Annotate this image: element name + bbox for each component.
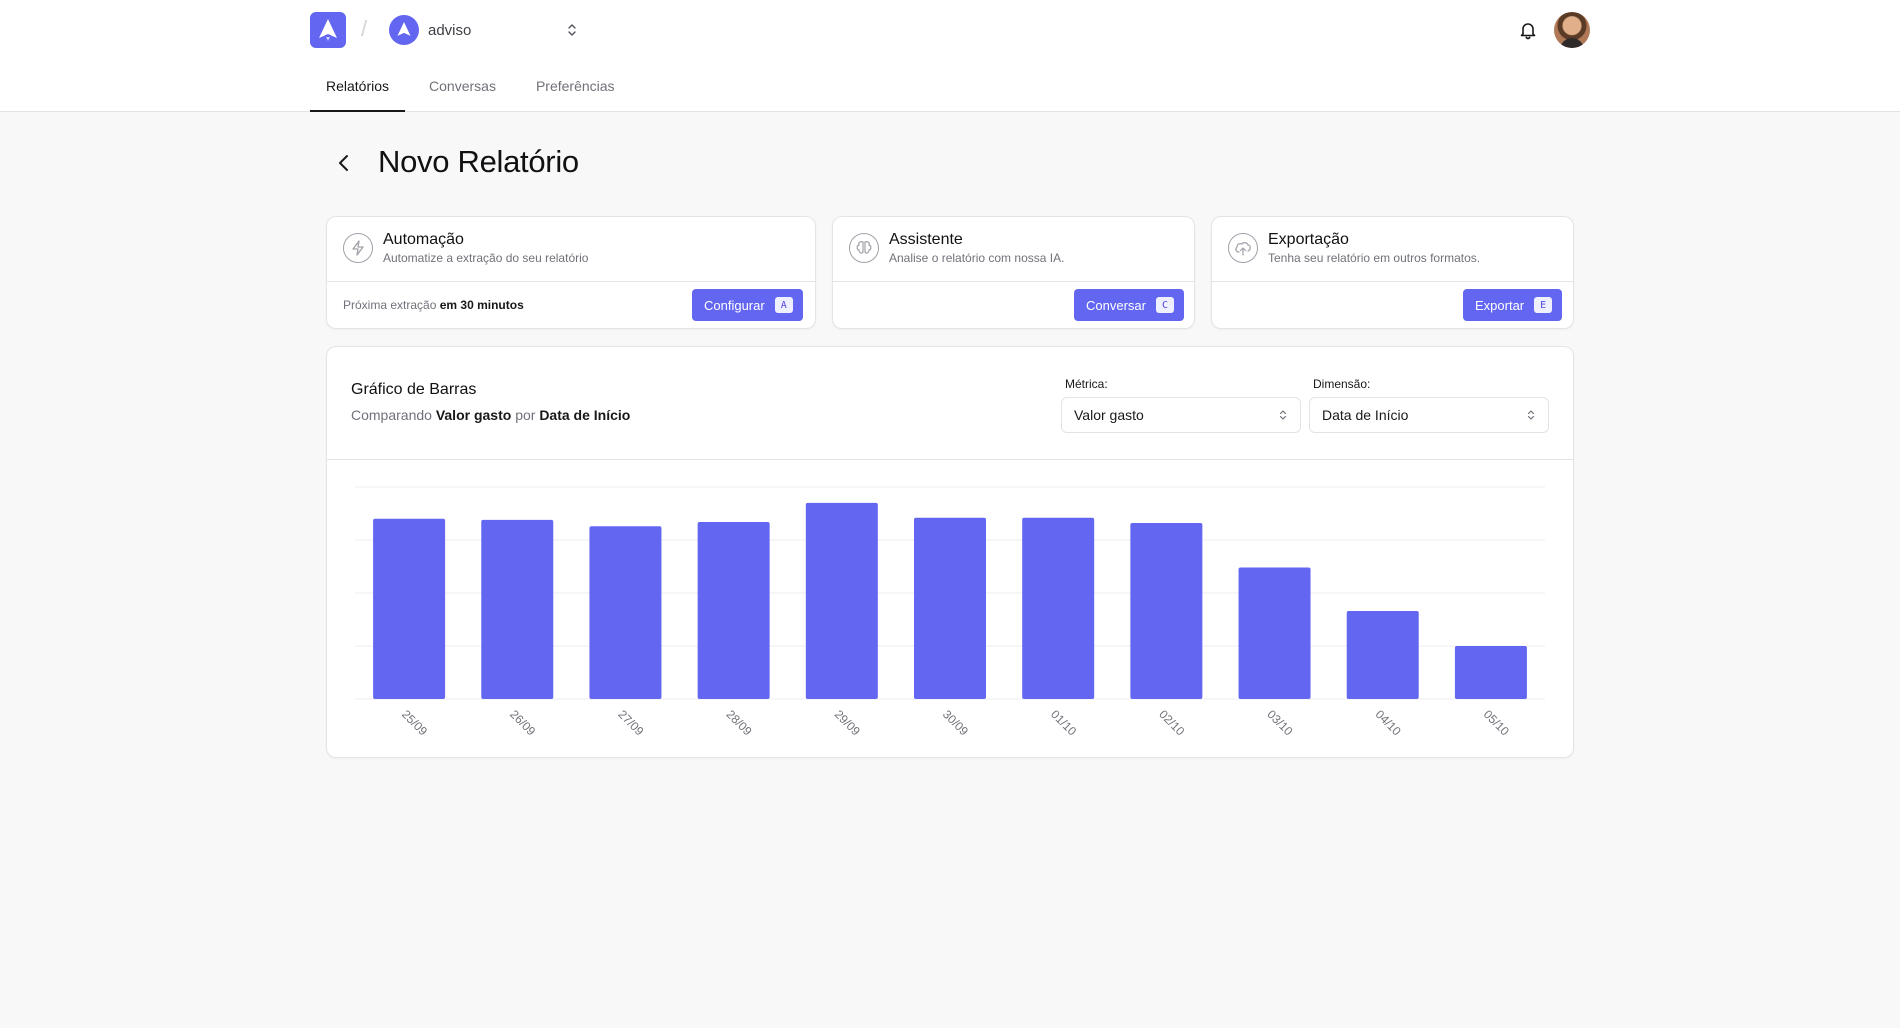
card-title: Automação bbox=[383, 231, 464, 248]
org-switcher[interactable]: adviso bbox=[388, 14, 584, 46]
tab-relatorios[interactable]: Relatórios bbox=[310, 68, 406, 112]
configure-button-label: Configurar bbox=[704, 297, 765, 313]
bell-icon[interactable] bbox=[1518, 20, 1538, 40]
chevron-up-down-icon bbox=[568, 24, 576, 36]
chat-button-label: Conversar bbox=[1086, 297, 1146, 313]
chevron-up-down-icon bbox=[1279, 410, 1287, 420]
automation-card: Automação Automatize a extração do seu r… bbox=[326, 216, 816, 329]
x-tick-label: 28/09 bbox=[724, 707, 755, 738]
rocket-icon bbox=[319, 19, 337, 41]
metric-select-value: Valor gasto bbox=[1074, 407, 1144, 423]
org-name: adviso bbox=[428, 21, 472, 39]
chart-bar[interactable] bbox=[373, 518, 446, 699]
card-header: Automação Automatize a extração do seu r… bbox=[327, 217, 815, 282]
metric-label: Métrica: bbox=[1065, 377, 1108, 391]
chart-bar[interactable] bbox=[1238, 567, 1311, 699]
x-tick-label: 01/10 bbox=[1048, 707, 1079, 738]
subtitle-dimension: Data de Início bbox=[539, 407, 631, 423]
card-title: Assistente bbox=[889, 231, 963, 248]
breadcrumb-separator: / bbox=[361, 16, 368, 41]
chart-bar[interactable] bbox=[1454, 646, 1527, 699]
export-button-label: Exportar bbox=[1475, 297, 1525, 313]
assistant-card: Assistente Analise o relatório com nossa… bbox=[832, 216, 1195, 329]
subtitle-connector: por bbox=[515, 407, 536, 423]
rocket-icon bbox=[397, 22, 411, 36]
next-extraction-label: Próxima extração bbox=[343, 298, 437, 312]
back-button[interactable] bbox=[330, 149, 358, 177]
lightning-icon bbox=[343, 233, 373, 263]
chart-header: Gráfico de Barras Comparando Valor gasto… bbox=[327, 347, 1573, 460]
bar-chart: 25/09 26/09 27/09 28/09 29/09 30/09 01/10 02/10… bbox=[355, 486, 1545, 739]
x-tick-label: 29/09 bbox=[832, 707, 863, 738]
x-tick-label: 03/10 bbox=[1264, 707, 1295, 738]
chart-bar[interactable] bbox=[1130, 523, 1203, 699]
x-tick-label: 04/10 bbox=[1373, 707, 1404, 738]
chart-bar[interactable] bbox=[481, 519, 554, 699]
subtitle-prefix: Comparando bbox=[351, 407, 432, 423]
dimension-select-value: Data de Início bbox=[1322, 407, 1409, 423]
tab-conversas[interactable]: Conversas bbox=[413, 68, 512, 110]
brain-icon bbox=[849, 233, 879, 263]
subtitle-metric: Valor gasto bbox=[435, 407, 512, 423]
shortcut-key: E bbox=[1534, 297, 1553, 313]
card-title: Exportação bbox=[1268, 231, 1349, 248]
user-avatar[interactable] bbox=[1554, 12, 1590, 48]
chart-bar[interactable] bbox=[1022, 517, 1095, 699]
main-tabs: Relatórios Conversas Preferências bbox=[310, 68, 631, 112]
chevron-left-icon bbox=[339, 155, 348, 171]
shortcut-key: C bbox=[1155, 297, 1174, 313]
card-header: Exportação Tenha seu relatório em outros… bbox=[1212, 217, 1573, 282]
x-tick-label: 27/09 bbox=[615, 707, 646, 738]
x-tick-label: 30/09 bbox=[940, 707, 971, 738]
configure-button[interactable]: Configurar A bbox=[692, 289, 803, 321]
tab-preferencias[interactable]: Preferências bbox=[520, 68, 631, 110]
chat-button[interactable]: Conversar C bbox=[1074, 289, 1184, 321]
x-tick-label: 02/10 bbox=[1156, 707, 1187, 738]
chevron-up-down-icon bbox=[1527, 410, 1535, 420]
x-tick-label: 05/10 bbox=[1481, 707, 1512, 738]
app-logo[interactable] bbox=[310, 12, 346, 48]
upload-cloud-icon bbox=[1228, 233, 1258, 263]
card-description: Tenha seu relatório em outros formatos. bbox=[1268, 251, 1481, 265]
chart-bar[interactable] bbox=[805, 502, 878, 699]
next-extraction-text: Próxima extração em 30 minutos bbox=[343, 298, 524, 312]
card-description: Analise o relatório com nossa IA. bbox=[889, 251, 1065, 265]
card-header: Assistente Analise o relatório com nossa… bbox=[833, 217, 1194, 282]
chart-bar[interactable] bbox=[914, 517, 986, 699]
top-header: / adviso Relatórios Conversas Preferênci… bbox=[0, 0, 1900, 112]
bar-chart-panel: Gráfico de Barras Comparando Valor gasto… bbox=[326, 346, 1574, 758]
card-description: Automatize a extração do seu relatório bbox=[383, 251, 589, 265]
org-avatar bbox=[389, 15, 419, 45]
next-extraction-value: em 30 minutos bbox=[439, 298, 524, 312]
chart-bar[interactable] bbox=[697, 521, 770, 699]
chart-subtitle: Comparando Valor gasto por Data de Iníci… bbox=[351, 407, 630, 423]
x-tick-label: 26/09 bbox=[507, 707, 538, 738]
export-card: Exportação Tenha seu relatório em outros… bbox=[1211, 216, 1574, 329]
metric-select[interactable]: Valor gasto bbox=[1061, 397, 1301, 433]
page-title: Novo Relatório bbox=[378, 144, 579, 179]
x-tick-label: 25/09 bbox=[399, 707, 430, 738]
dimension-select[interactable]: Data de Início bbox=[1309, 397, 1549, 433]
dimension-label: Dimensão: bbox=[1313, 377, 1371, 391]
shortcut-key: A bbox=[774, 297, 793, 313]
export-button[interactable]: Exportar E bbox=[1463, 289, 1563, 321]
chart-bar[interactable] bbox=[589, 526, 662, 699]
chart-bar[interactable] bbox=[1346, 611, 1419, 699]
chart-title: Gráfico de Barras bbox=[351, 381, 477, 398]
